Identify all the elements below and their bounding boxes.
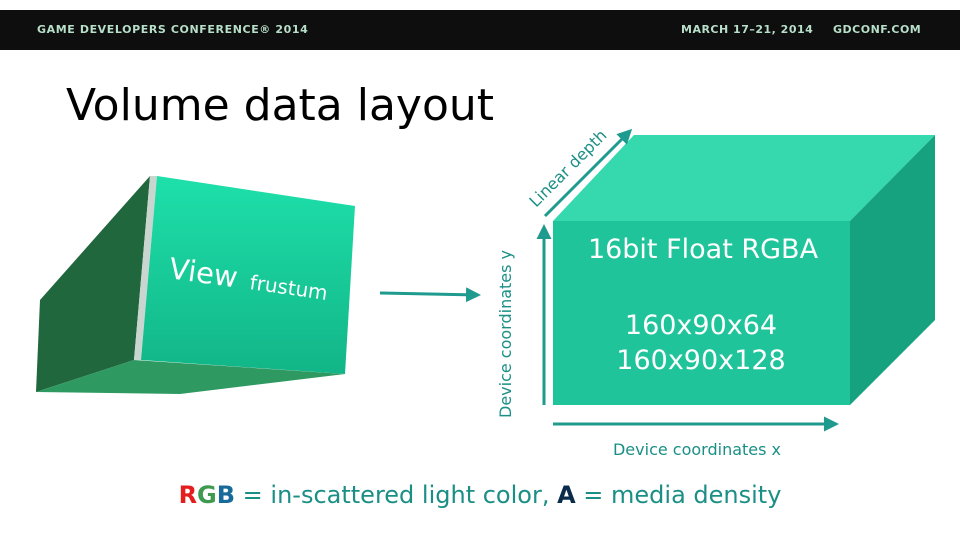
caption-b: B [216,481,236,509]
y-axis-label: Device coordinates y [496,250,515,418]
caption-a-description: = media density [575,481,782,509]
x-axis-label: Device coordinates x [613,440,781,459]
mapping-arrow [379,287,481,303]
view-frustum: View frustum [36,176,355,394]
caption-a: A [557,481,576,509]
caption-g: G [197,481,217,509]
box-size-label-1: 160x90x64 [625,310,777,341]
caption: RGB = in-scattered light color, A = medi… [0,481,960,509]
caption-rgb-description: = in-scattered light color, [235,481,558,509]
frustum-left-side [36,176,150,392]
box-size-label-2: 160x90x128 [616,345,785,376]
volume-layout-diagram: View frustum 16bit Float RGBA 160x90x64 … [36,126,935,459]
caption-r: R [178,481,198,509]
volume-texture-box: 16bit Float RGBA 160x90x64 160x90x128 [553,135,935,405]
box-format-label: 16bit Float RGBA [588,234,819,265]
